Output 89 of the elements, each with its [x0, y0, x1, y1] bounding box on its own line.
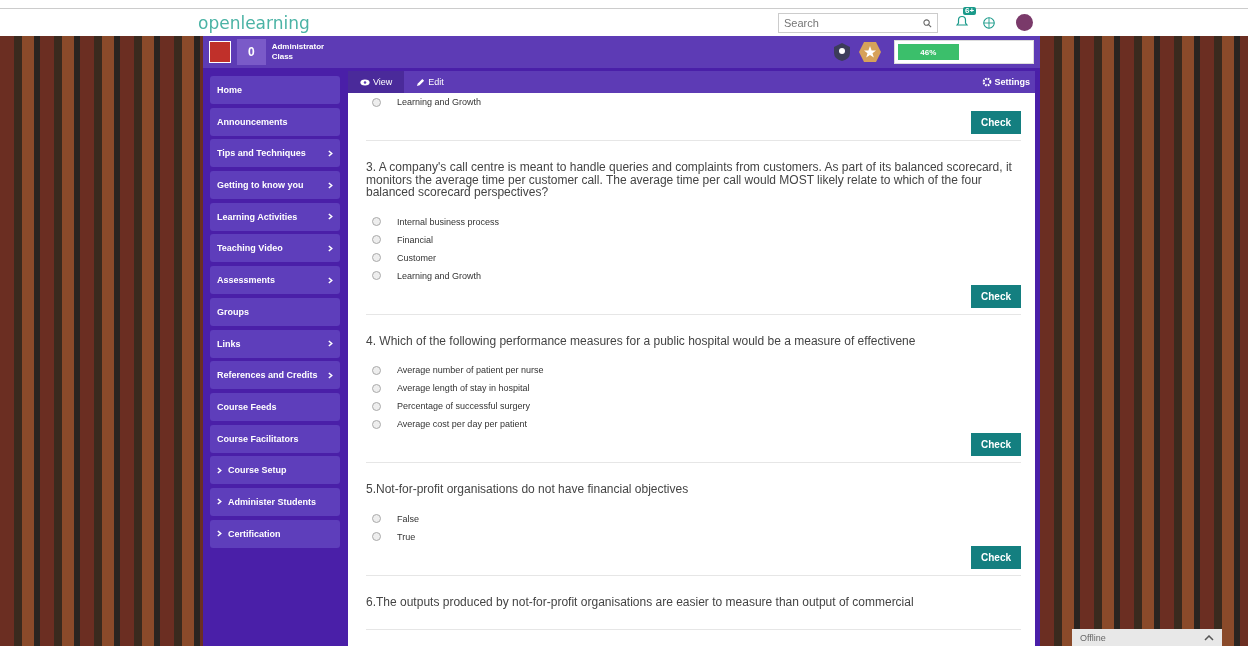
sidebar-label: Administer Students [228, 496, 316, 507]
option-label: Internal business process [397, 216, 500, 227]
sidebar-item[interactable]: Groups [210, 297, 340, 326]
settings-icon [982, 77, 993, 87]
pencil-icon [416, 77, 426, 87]
check-button[interactable]: Check [971, 111, 1021, 134]
radio-button[interactable] [372, 514, 381, 524]
chevron-right-icon [328, 181, 333, 189]
option-label: Learning and Growth [397, 270, 482, 281]
option-label: True [397, 531, 416, 542]
radio-button[interactable] [372, 271, 381, 281]
radio-button[interactable] [372, 365, 381, 375]
chevron-right-icon [328, 244, 333, 252]
sidebar-label: Groups [217, 306, 249, 317]
sidebar-label: Links [217, 338, 241, 349]
chevron-right-icon [328, 276, 333, 284]
option-label: False [397, 513, 419, 524]
option-label: Financial [397, 234, 434, 245]
radio-button[interactable] [372, 383, 381, 393]
progress-label: 46% [920, 47, 937, 57]
sidebar-item[interactable]: Teaching Video [210, 234, 340, 263]
settings-link[interactable]: Settings [982, 77, 1035, 87]
sidebar-label: Home [217, 85, 242, 95]
chevron-right-icon [328, 371, 333, 379]
points-count: 0 [237, 39, 266, 65]
check-button[interactable]: Check [971, 545, 1021, 569]
sidebar-label: Teaching Video [217, 243, 283, 254]
sidebar-label: Assessments [217, 275, 276, 286]
radio-button[interactable] [372, 532, 381, 542]
sidebar-item[interactable]: Course Setup [210, 456, 340, 485]
sidebar-item[interactable]: Administer Students [210, 487, 340, 516]
sidebar-label: Course Facilitators [217, 433, 299, 444]
sidebar-label: Course Feeds [217, 401, 277, 412]
option-label: Customer [397, 252, 436, 263]
question-text: 6.The outputs produced by not-for-profit organisations are easier to measure than output of commercial [366, 595, 915, 609]
sidebar-item[interactable]: Certification [210, 519, 340, 548]
radio-button[interactable] [372, 235, 381, 245]
sidebar-label: Certification [228, 528, 281, 539]
option-label: Average number of patient per nurse [397, 365, 544, 376]
sidebar-label: Getting to know you [217, 180, 304, 191]
option-label: Average cost per day per patient [397, 419, 527, 430]
avatar[interactable] [1016, 14, 1033, 31]
radio-button[interactable] [372, 401, 381, 411]
caret-up-icon [1204, 634, 1214, 641]
chevron-right-icon [217, 498, 222, 506]
sidebar-item[interactable]: Home [210, 76, 340, 104]
sidebar-item[interactable]: Tips and Techniques [210, 139, 340, 168]
sidebar-label: Announcements [217, 116, 288, 127]
chevron-right-icon [217, 530, 222, 538]
sidebar-label: Learning Activities [217, 211, 298, 222]
sidebar-item[interactable]: Learning Activities [210, 202, 340, 231]
radio-button[interactable] [372, 97, 381, 107]
check-button[interactable]: Check [971, 433, 1021, 457]
question-text: 5.Not-for-profit organisations do not have financial objectives [366, 483, 690, 496]
sidebar-item[interactable]: Course Feeds [210, 392, 340, 421]
star-badge-icon [858, 40, 882, 64]
role-label: Administrator Class [271, 42, 326, 62]
chevron-right-icon [328, 149, 333, 157]
sidebar-item[interactable]: Links [210, 329, 340, 358]
chevron-right-icon [328, 340, 333, 347]
question-text: 4. Which of the following performance measures for a public hospital would be a measure of effectivene [366, 334, 917, 348]
shield-icon [832, 42, 852, 62]
chevron-right-icon [328, 213, 333, 221]
sidebar-item[interactable]: References and Credits [210, 361, 340, 390]
globe-icon[interactable] [982, 15, 996, 30]
question-text: 3. A company's call centre is meant to handle queries and complaints from customers. As part of its balanced scorecard, it monitors the average time per customer call. The average time per call would MOST likely relate to which of the four balanced scorecard perspectives? [366, 161, 1013, 199]
option-label: Percentage of successful surgery [397, 401, 531, 412]
sidebar-label: Tips and Techniques [217, 148, 306, 159]
notification-badge: 6+ [963, 6, 977, 16]
radio-button[interactable] [372, 217, 381, 227]
radio-button[interactable] [372, 419, 381, 429]
sidebar-item[interactable]: Announcements [210, 107, 340, 136]
option-label: Learning and Growth [397, 97, 482, 107]
course-avatar [209, 41, 231, 63]
eye-icon [360, 78, 370, 86]
chat-status-bar[interactable]: Offline [1072, 629, 1222, 646]
option-label: Average length of stay in hospital [397, 383, 530, 394]
tab[interactable]: View [348, 71, 405, 93]
sidebar-label: References and Credits [217, 370, 318, 381]
check-button[interactable]: Check [971, 284, 1021, 308]
sidebar-item[interactable]: Course Facilitators [210, 424, 340, 453]
search-field[interactable]: Search [778, 12, 938, 33]
search-icon [923, 18, 932, 28]
sidebar-item[interactable]: Assessments [210, 266, 340, 295]
sidebar-item[interactable]: Getting to know you [210, 171, 340, 200]
radio-button[interactable] [372, 253, 381, 263]
tab[interactable]: Edit [404, 71, 456, 93]
sidebar-label: Course Setup [228, 465, 287, 476]
chevron-right-icon [217, 466, 222, 474]
